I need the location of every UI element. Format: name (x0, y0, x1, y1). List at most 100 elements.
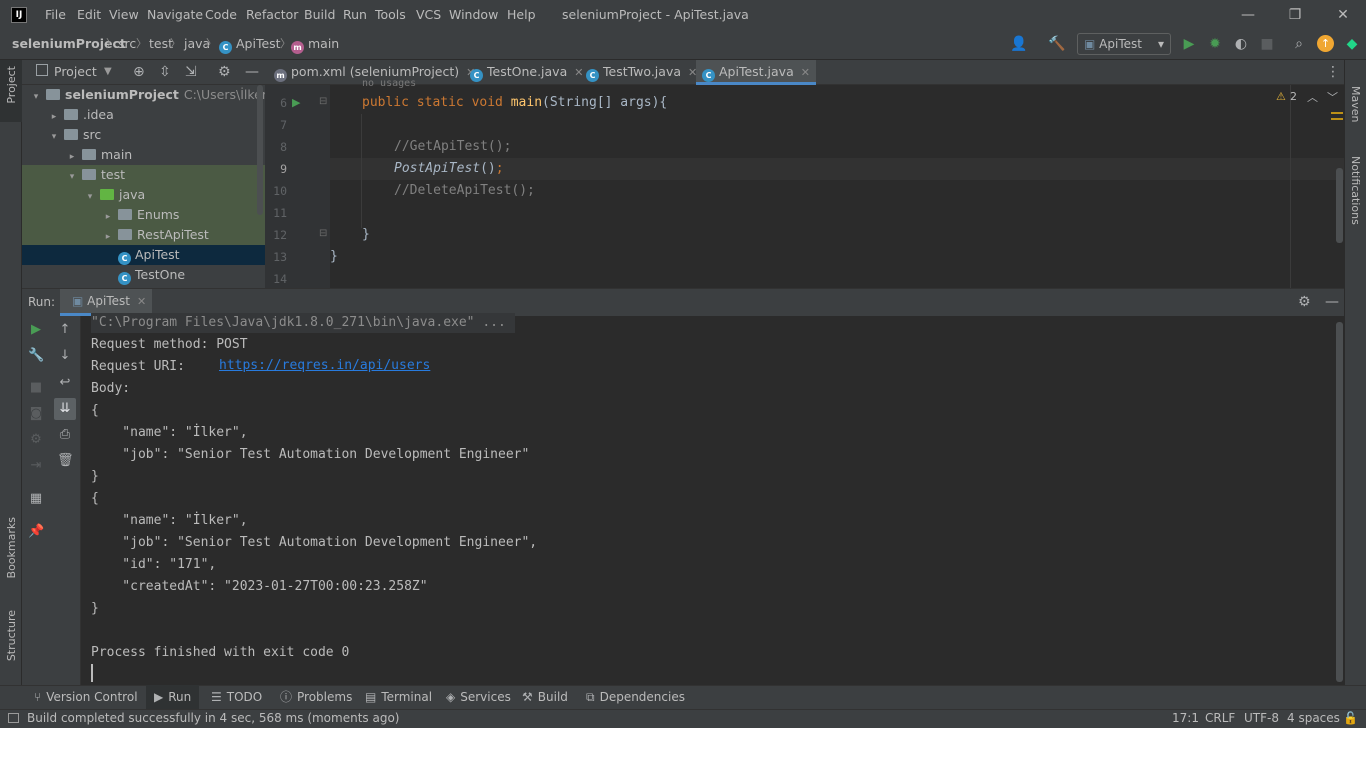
menu-help[interactable]: Help (503, 0, 540, 30)
settings-gear-icon[interactable]: ⚙ (28, 432, 44, 448)
breadcrumb-src[interactable]: src (118, 30, 136, 58)
chevron-down-icon[interactable]: ▾ (66, 167, 78, 187)
breadcrumb-class[interactable]: C ApiTest (219, 30, 281, 58)
close-button[interactable]: ✕ (1320, 0, 1366, 30)
more-options-icon[interactable]: ⋮ (1326, 60, 1340, 85)
chevron-right-icon[interactable]: ▸ (66, 147, 78, 167)
project-panel-title[interactable]: Project (54, 60, 97, 85)
rerun-icon[interactable]: ▶ (28, 322, 44, 338)
expand-all-icon[interactable]: ⇳ (159, 60, 171, 85)
print-icon[interactable]: ⎙ (57, 427, 73, 443)
notifications-tool-button[interactable]: Notifications (1349, 156, 1362, 225)
tool-window-dependencies[interactable]: ⧉ Dependencies (578, 685, 693, 709)
plugin-icon[interactable]: ◆ (1343, 35, 1361, 53)
warning-stripe-marker[interactable] (1331, 118, 1343, 120)
chevron-down-icon[interactable]: ▾ (30, 87, 42, 107)
search-icon[interactable]: ⌕ (1290, 35, 1308, 53)
previous-highlight-icon[interactable]: ︿ (1307, 89, 1318, 105)
next-highlight-icon[interactable]: ﹀ (1327, 89, 1338, 105)
tool-window-build[interactable]: ⚒ Build (514, 685, 576, 709)
build-hammer-icon[interactable]: 🔨 (1048, 35, 1066, 53)
gear-icon[interactable]: ⚙ (218, 60, 231, 85)
menu-navigate[interactable]: Navigate (143, 0, 207, 30)
fold-icon[interactable]: ⊟ (319, 228, 327, 239)
tool-window-run[interactable]: ▶ Run (146, 685, 200, 709)
wrench-icon[interactable]: 🔧 (28, 348, 44, 364)
status-message[interactable]: Build completed successfully in 4 sec, 5… (27, 709, 399, 728)
tool-window-terminal[interactable]: ▤ Terminal (357, 685, 440, 709)
line-separator[interactable]: CRLF (1205, 709, 1235, 728)
soft-wrap-icon[interactable]: ↩ (57, 375, 73, 391)
coverage-icon[interactable]: ◐ (1232, 35, 1250, 53)
indent-setting[interactable]: 4 spaces (1287, 709, 1340, 728)
maven-tool-button[interactable]: Maven (1349, 86, 1362, 122)
exit-icon[interactable]: ⇥ (28, 458, 44, 474)
chevron-right-icon[interactable]: ▸ (102, 227, 114, 247)
chevron-down-icon[interactable]: ▾ (48, 127, 60, 147)
tool-window-problems[interactable]: ⓘ Problems (272, 685, 360, 709)
editor-tab-apitest-java[interactable]: C ApiTest.java ✕ (696, 60, 816, 85)
gear-icon[interactable]: ⚙ (1298, 289, 1311, 316)
status-toggle-icon[interactable] (8, 713, 19, 723)
editor-tab-testtwo-java[interactable]: C TestTwo.java ✕ (580, 60, 703, 85)
warning-icon[interactable]: ⚠ (1276, 90, 1286, 103)
restore-button[interactable]: ❐ (1272, 0, 1318, 30)
tool-window-services[interactable]: ◈ Services (438, 685, 519, 709)
menu-build[interactable]: Build (300, 0, 339, 30)
tree-item-enums[interactable]: ▸ Enums (22, 205, 265, 225)
tree-item-restapitest[interactable]: ▸ RestApiTest (22, 225, 265, 245)
tree-item-apitest[interactable]: C ApiTest (22, 245, 265, 265)
collapse-all-icon[interactable]: ⇲ (185, 60, 197, 85)
tree-item--idea[interactable]: ▸ .idea (22, 105, 265, 125)
run-icon[interactable]: ▶ (1180, 35, 1198, 53)
down-arrow-icon[interactable]: ↓ (57, 348, 73, 364)
minimize-button[interactable]: — (1225, 0, 1271, 30)
fold-icon[interactable]: ⊟ (319, 96, 327, 107)
tree-item-main[interactable]: ▸ main (22, 145, 265, 165)
warning-count[interactable]: 2 (1290, 90, 1297, 103)
close-icon[interactable]: ✕ (137, 295, 146, 308)
camera-icon[interactable]: ◙ (28, 406, 44, 422)
menu-file[interactable]: File (41, 0, 70, 30)
chevron-down-icon[interactable]: ▼ (104, 60, 112, 85)
menu-tools[interactable]: Tools (371, 0, 410, 30)
tool-window-version-control[interactable]: ⑂ Version Control (26, 685, 146, 709)
menu-window[interactable]: Window (445, 0, 502, 30)
chevron-right-icon[interactable]: ▸ (48, 107, 60, 127)
menu-code[interactable]: Code (201, 0, 241, 30)
chevron-right-icon[interactable]: ▸ (102, 207, 114, 227)
caret-position[interactable]: 17:1 (1172, 709, 1199, 728)
menu-edit[interactable]: Edit (73, 0, 105, 30)
pin-icon[interactable]: 📌 (28, 524, 44, 540)
stop-icon[interactable]: ■ (1258, 35, 1276, 53)
tree-item-src[interactable]: ▾ src (22, 125, 265, 145)
stop-icon[interactable]: ■ (28, 380, 44, 396)
tool-window-todo[interactable]: ☰ TODO (203, 685, 270, 709)
menu-view[interactable]: View (105, 0, 143, 30)
chevron-down-icon[interactable]: ▾ (84, 187, 96, 207)
breadcrumb-method[interactable]: m main (291, 30, 339, 58)
project-tree-scrollbar[interactable] (257, 85, 263, 215)
up-arrow-icon[interactable]: ↑ (57, 322, 73, 338)
structure-tool-button[interactable]: Structure (5, 610, 18, 661)
user-icon[interactable]: 👤 (1010, 35, 1028, 53)
trash-icon[interactable]: 🗑 (57, 453, 74, 469)
run-configuration-select[interactable]: ▣ ApiTest ▾ (1077, 33, 1171, 55)
menu-run[interactable]: Run (339, 0, 371, 30)
tree-item-testone[interactable]: C TestOne (22, 265, 265, 285)
editor-scrollbar[interactable] (1336, 168, 1343, 243)
layout-icon[interactable]: ▦ (28, 491, 44, 507)
debug-icon[interactable]: ✹ (1206, 35, 1224, 53)
console-scrollbar[interactable] (1336, 322, 1343, 682)
menu-vcs[interactable]: VCS (412, 0, 445, 30)
hide-panel-icon[interactable]: — (1325, 289, 1339, 316)
warning-stripe-marker[interactable] (1331, 112, 1343, 114)
lock-icon[interactable]: 🔓 (1343, 709, 1358, 728)
update-icon[interactable]: ↑ (1317, 35, 1334, 52)
request-uri-link[interactable]: https://reqres.in/api/users (219, 355, 430, 377)
tree-item-test[interactable]: ▾ test (22, 165, 265, 185)
tree-item-java[interactable]: ▾ java (22, 185, 265, 205)
tree-item-seleniumproject[interactable]: ▾ seleniumProject C:\Users\İlker ESEN\ (22, 85, 265, 105)
run-gutter-icon[interactable]: ▶ (292, 96, 300, 109)
close-icon[interactable]: ✕ (801, 66, 810, 79)
